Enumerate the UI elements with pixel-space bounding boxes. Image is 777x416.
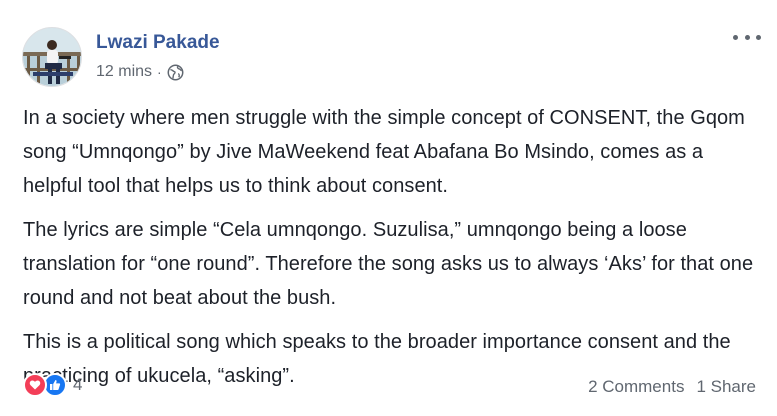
- post-paragraph: The lyrics are simple “Cela umnqongo. Su…: [23, 219, 754, 309]
- post-stats: 2 Comments 1 Share: [588, 377, 756, 397]
- more-options-icon[interactable]: [733, 27, 761, 47]
- globe-icon[interactable]: [167, 64, 184, 81]
- reactions-summary[interactable]: 4: [23, 373, 82, 397]
- post-timestamp[interactable]: 12 mins: [96, 63, 152, 81]
- meta-separator: ·: [157, 64, 162, 80]
- love-icon: [23, 373, 47, 397]
- avatar[interactable]: [22, 27, 82, 87]
- reaction-count: 4: [73, 375, 83, 394]
- post-body: In a society where men struggle with the…: [23, 101, 758, 403]
- profile-photo: [23, 28, 81, 86]
- post-meta: 12 mins ·: [96, 63, 184, 81]
- author-name[interactable]: Lwazi Pakade: [96, 32, 220, 54]
- shares-link[interactable]: 1 Share: [696, 377, 756, 397]
- comments-link[interactable]: 2 Comments: [588, 377, 684, 397]
- facebook-post: Lwazi Pakade 12 mins · In a society wher…: [0, 0, 777, 416]
- post-paragraph: In a society where men struggle with the…: [23, 107, 745, 197]
